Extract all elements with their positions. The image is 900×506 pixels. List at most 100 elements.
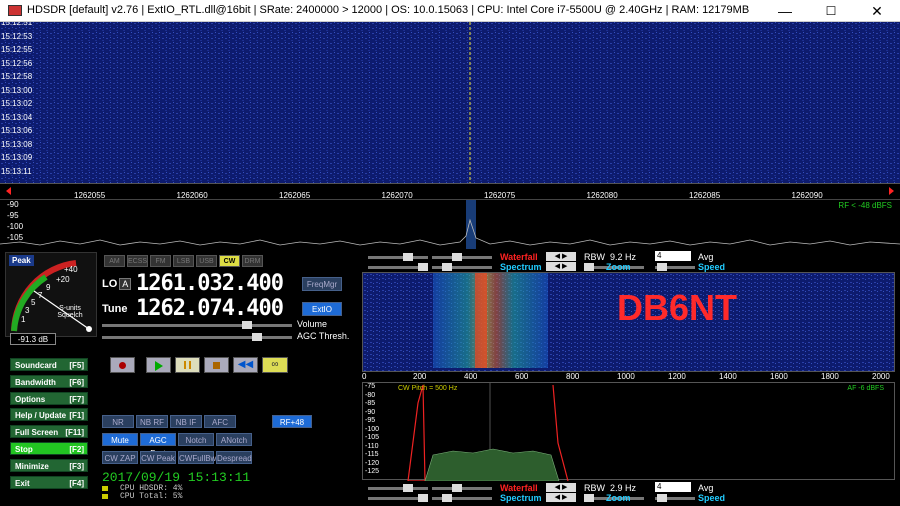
play-button[interactable] bbox=[146, 357, 171, 373]
af-db-label: -90 bbox=[365, 408, 376, 416]
minimize-button[interactable]: — bbox=[762, 0, 808, 22]
agc-knob[interactable] bbox=[252, 333, 262, 341]
left-button-bandwidth[interactable]: Bandwidth [F6] bbox=[10, 374, 88, 388]
left-button-soundcard[interactable]: Soundcard [F5] bbox=[10, 358, 88, 371]
dsp-mute[interactable]: Mute bbox=[102, 433, 138, 446]
left-button-full-screen[interactable]: Full Screen [F11] bbox=[10, 425, 88, 439]
slider-knob[interactable] bbox=[418, 494, 428, 502]
mode-fm[interactable]: FM bbox=[150, 255, 171, 267]
speed-slider[interactable] bbox=[655, 263, 695, 271]
speed-slider-b[interactable] bbox=[655, 494, 695, 502]
left-button-key: [F1] bbox=[69, 411, 84, 421]
slider-knob[interactable] bbox=[403, 484, 413, 492]
left-button-help-update[interactable]: Help / Update [F1] bbox=[10, 408, 88, 422]
rewind-button[interactable]: ◀◀ bbox=[233, 357, 258, 373]
dsp-anotch[interactable]: ANotch bbox=[216, 433, 252, 446]
dsp-rf-48[interactable]: RF+48 bbox=[272, 415, 312, 428]
rbw-value-b: 2.9 Hz bbox=[610, 483, 637, 493]
lo-frequency[interactable]: 1261.032.400 bbox=[136, 271, 284, 296]
freqmgr-button[interactable]: FreqMgr bbox=[302, 277, 342, 291]
record-button[interactable] bbox=[110, 357, 135, 373]
dsp-nr[interactable]: NR bbox=[102, 415, 134, 428]
left-button-label: Stop bbox=[15, 445, 33, 454]
waterfall-timestamp: 15:12:51 bbox=[1, 22, 33, 27]
slider-knob[interactable] bbox=[452, 484, 462, 492]
left-button-key: [F11] bbox=[65, 428, 84, 438]
mode-am[interactable]: AM bbox=[104, 255, 125, 267]
dsp-cwfullbw[interactable]: CWFullBw bbox=[178, 451, 216, 464]
waterfall-timestamp: 15:13:02 bbox=[1, 99, 33, 108]
avg-select-b[interactable]: 4 bbox=[655, 482, 691, 492]
spectrum-slider-b1[interactable] bbox=[368, 494, 428, 502]
slider-knob[interactable] bbox=[657, 263, 667, 271]
callsign-label: DB6NT bbox=[617, 287, 738, 328]
mode-ecss[interactable]: ECSS bbox=[127, 255, 148, 267]
mode-lsb[interactable]: LSB bbox=[173, 255, 194, 267]
left-button-options[interactable]: Options [F7] bbox=[10, 391, 88, 405]
left-button-label: Minimize bbox=[15, 461, 49, 471]
dsp-despread[interactable]: Despread bbox=[216, 451, 252, 464]
datetime: 2017/09/19 15:13:11 bbox=[102, 470, 251, 485]
volume-slider[interactable] bbox=[102, 321, 292, 329]
dsp-nb-rf[interactable]: NB RF bbox=[136, 415, 168, 428]
stop-transport-button[interactable] bbox=[204, 357, 229, 373]
waterfall-slider-b1[interactable] bbox=[368, 484, 428, 492]
af-scale-tick: 400 bbox=[464, 372, 478, 381]
agc-threshold-slider[interactable] bbox=[102, 333, 292, 341]
slider-knob[interactable] bbox=[418, 263, 428, 271]
spectrum-slider-b2[interactable] bbox=[432, 494, 492, 502]
left-button-exit[interactable]: Exit [F4] bbox=[10, 475, 88, 489]
scroll-right-icon[interactable] bbox=[889, 187, 894, 195]
rf-spectrum[interactable]: -90 -95 -100 -105 RF < -48 dBFS bbox=[0, 199, 900, 250]
pause-button[interactable] bbox=[175, 357, 200, 373]
slider-knob[interactable] bbox=[584, 263, 594, 271]
left-button-stop[interactable]: Stop [F2] bbox=[10, 442, 88, 455]
slider-knob[interactable] bbox=[657, 494, 667, 502]
db-label: -100 bbox=[7, 222, 24, 231]
spectrum-slider-2[interactable] bbox=[432, 263, 492, 271]
dsp-cw-zap[interactable]: CW ZAP bbox=[102, 451, 138, 464]
scroll-left-icon[interactable] bbox=[6, 187, 11, 195]
avg-label-b: Avg bbox=[698, 483, 714, 493]
cw-pitch-note: CW Pitch = 500 Hz bbox=[398, 385, 458, 392]
slider-knob[interactable] bbox=[442, 494, 452, 502]
mode-drm[interactable]: DRM bbox=[242, 255, 263, 267]
slider-knob[interactable] bbox=[452, 253, 462, 261]
tune-frequency[interactable]: 1262.074.400 bbox=[136, 296, 284, 321]
volume-knob[interactable] bbox=[242, 321, 252, 329]
left-button-key: [F4] bbox=[69, 478, 84, 488]
left-button-minimize[interactable]: Minimize [F3] bbox=[10, 458, 88, 472]
db-label: -95 bbox=[7, 211, 19, 220]
spectrum-arrows-b[interactable]: ◀ ▶ bbox=[546, 493, 576, 502]
af-scale-tick: 200 bbox=[413, 372, 427, 381]
waterfall-slider-b2[interactable] bbox=[432, 484, 492, 492]
close-button[interactable]: ✕ bbox=[854, 0, 900, 22]
waterfall-arrows[interactable]: ◀ ▶ bbox=[546, 252, 576, 261]
avg-select[interactable]: 4 bbox=[655, 251, 691, 261]
waterfall-arrows-b[interactable]: ◀ ▶ bbox=[546, 483, 576, 492]
waterfall-slider-2[interactable] bbox=[432, 253, 492, 261]
dsp-afc[interactable]: AFC bbox=[204, 415, 236, 428]
dsp-agc-fast[interactable]: AGC Fast bbox=[140, 433, 176, 458]
lo-a-button[interactable]: A bbox=[119, 278, 132, 290]
dsp-nb-if[interactable]: NB IF bbox=[170, 415, 202, 428]
dsp-notch[interactable]: Notch bbox=[178, 433, 214, 446]
af-spectrum[interactable]: CW Pitch = 500 Hz AF -6 dBFS -75 -80 -85 -9… bbox=[362, 382, 895, 482]
main-waterfall[interactable]: 15:12:51 15:12:53 15:12:55 15:12:56 15:12:58… bbox=[0, 22, 900, 183]
maximize-button[interactable]: ☐ bbox=[808, 0, 854, 22]
waterfall-timestamp: 15:12:55 bbox=[1, 45, 33, 54]
af-db-label: -95 bbox=[365, 417, 376, 424]
dsp-cw-peak[interactable]: CW Peak bbox=[140, 451, 176, 464]
mode-cw[interactable]: CW bbox=[219, 255, 240, 267]
waterfall-slider-1[interactable] bbox=[368, 253, 428, 261]
loop-button[interactable]: ∞ bbox=[262, 357, 288, 373]
slider-knob[interactable] bbox=[442, 263, 452, 271]
slider-knob[interactable] bbox=[584, 494, 594, 502]
spectrum-arrows[interactable]: ◀ ▶ bbox=[546, 262, 576, 271]
mode-usb[interactable]: USB bbox=[196, 255, 217, 267]
frequency-scale[interactable]: 1262055 1262060 1262065 1262070 1262075 12620… bbox=[0, 183, 900, 200]
waterfall-timestamp: 15:12:58 bbox=[1, 72, 33, 81]
slider-knob[interactable] bbox=[403, 253, 413, 261]
spectrum-slider-1[interactable] bbox=[368, 263, 428, 271]
extio-button[interactable]: ExtIO bbox=[302, 302, 342, 316]
